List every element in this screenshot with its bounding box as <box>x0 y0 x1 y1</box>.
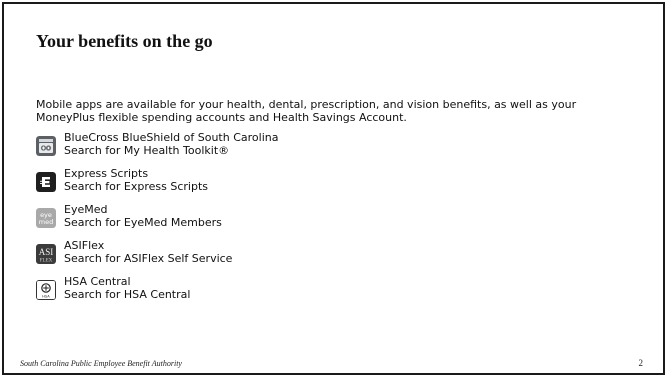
slide: Your benefits on the go Mobile apps are … <box>2 2 665 375</box>
app-name: ASIFlex <box>64 239 105 252</box>
svg-text:HSA: HSA <box>42 295 50 299</box>
intro-text: Mobile apps are available for your healt… <box>36 98 577 124</box>
svg-text:ASI: ASI <box>39 247 54 257</box>
app-search-hint: Search for My Health Toolkit® <box>64 144 230 157</box>
eyemed-app-icon: eye med <box>36 208 56 228</box>
footer-text: South Carolina Public Employee Benefit A… <box>20 359 182 368</box>
express-scripts-app-icon <box>36 172 56 192</box>
app-name: HSA Central <box>64 275 131 288</box>
bcbs-app-icon <box>36 136 56 156</box>
slide-title: Your benefits on the go <box>36 31 213 51</box>
hsa-central-app-icon: HSA <box>36 280 56 300</box>
app-search-hint: Search for Express Scripts <box>64 180 208 193</box>
app-search-hint: Search for EyeMed Members <box>64 216 222 229</box>
page-number: 2 <box>638 358 644 368</box>
app-search-hint: Search for ASIFlex Self Service <box>64 252 233 265</box>
asiflex-app-icon: ASI FLEX <box>36 244 56 264</box>
app-search-hint: Search for HSA Central <box>64 288 191 301</box>
app-name: Express Scripts <box>64 167 149 180</box>
svg-text:med: med <box>39 218 53 226</box>
app-name: BlueCross BlueShield of South Carolina <box>64 131 279 144</box>
app-name: EyeMed <box>64 203 108 216</box>
svg-text:FLEX: FLEX <box>40 259 53 264</box>
